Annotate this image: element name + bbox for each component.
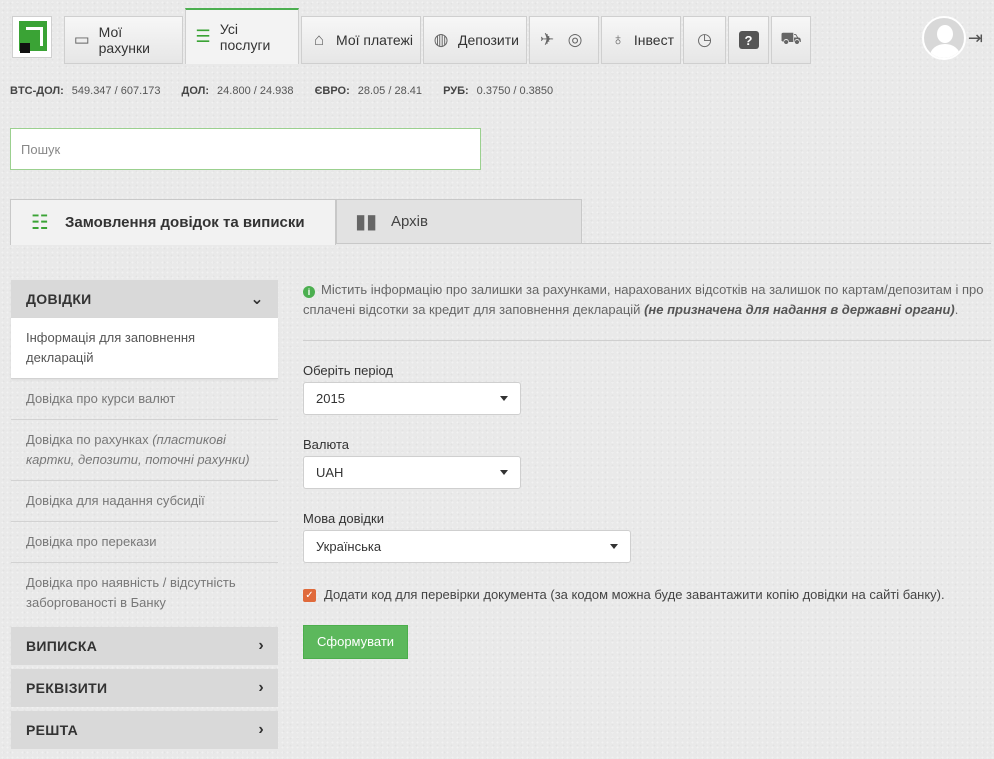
nav-tab-deposits[interactable]: ◍ Депозити <box>423 16 527 64</box>
caret-down-icon <box>500 470 508 475</box>
nav-tab-my-payments[interactable]: ⌂ Мої платежі <box>301 16 421 64</box>
sidebar-section-statement[interactable]: ВИПИСКА › <box>11 627 278 665</box>
chevron-right-icon: › <box>258 721 264 738</box>
section-title: ВИПИСКА <box>26 638 98 654</box>
tab-orders[interactable]: ☷ Замовлення довідок та виписки <box>10 199 336 245</box>
search-input[interactable] <box>10 128 481 170</box>
info-end: . <box>954 302 959 317</box>
sidebar-section-certificates[interactable]: ДОВІДКИ ⌄ <box>11 280 278 318</box>
nav-tab-label: Мої рахунки <box>98 24 150 56</box>
sidebar-section-requisites[interactable]: РЕКВІЗИТИ › <box>11 669 278 707</box>
logout-icon[interactable]: ⇥ <box>968 28 990 50</box>
sidebar-item-label: Інформація для заповнення декларацій <box>26 330 196 365</box>
currency-rates: BTC-ДОЛ: 549.347 / 607.173 ДОЛ: 24.800 / 2… <box>10 85 571 97</box>
sidebar-item-label: Довідка про курси валют <box>26 391 176 406</box>
currency-label: Валюта <box>303 437 349 452</box>
cart-icon: ⛟ <box>780 29 802 48</box>
nav-tab-all-services[interactable]: ☰ Усі послуги <box>185 8 299 64</box>
sidebar-item-debt[interactable]: Довідка про наявність / відсутність забо… <box>11 563 278 623</box>
language-select[interactable]: Українська <box>303 530 631 563</box>
sidebar-item-declaration-info[interactable]: Інформація для заповнення декларацій <box>11 318 278 379</box>
tab-archive[interactable]: ▮▮ Архів <box>336 199 582 244</box>
nav-tab-invest[interactable]: ♁ Інвест <box>601 16 681 64</box>
checkbox-checked-icon[interactable]: ✓ <box>303 589 316 602</box>
globe-icon: ◎ <box>567 30 583 49</box>
section-title: РЕШТА <box>26 722 79 738</box>
rate-name: ДОЛ: <box>181 85 210 97</box>
rate-value: 0.3750 / 0.3850 <box>476 85 554 97</box>
info-emphasis: (не призначена для надання в державні ор… <box>644 302 955 317</box>
info-icon: i <box>303 286 315 298</box>
clock-icon: ◷ <box>697 30 712 49</box>
sidebar-item-label: Довідка по рахунках <box>26 432 153 447</box>
rate-name: РУБ: <box>443 85 469 97</box>
rate-name: ЄВРО: <box>314 85 350 97</box>
period-select[interactable]: 2015 <box>303 382 521 415</box>
divider <box>303 340 991 341</box>
submit-button[interactable]: Сформувати <box>303 625 409 659</box>
sidebar-menu: ДОВІДКИ ⌄ Інформація для заповнення декл… <box>11 280 278 749</box>
chevron-right-icon: › <box>258 679 264 696</box>
language-value: Українська <box>316 539 382 554</box>
nav-tab-cart[interactable]: ⛟ <box>771 16 811 64</box>
caret-down-icon <box>610 544 618 549</box>
house-icon: ⌂ <box>313 30 325 49</box>
currency-select[interactable]: UAH <box>303 456 521 489</box>
period-label: Оберіть період <box>303 363 394 378</box>
transport-icon: ✈ <box>539 30 555 49</box>
bar-chart-icon: ▮▮ <box>355 211 378 233</box>
rate-name: BTC-ДОЛ: <box>10 85 64 97</box>
rate-value: 24.800 / 24.938 <box>217 85 294 97</box>
avatar[interactable] <box>922 16 966 60</box>
nav-tab-label: Інвест <box>633 32 674 48</box>
top-nav: ▭ Мої рахунки ☰ Усі послуги ⌂ Мої платеж… <box>0 0 994 68</box>
help-icon: ? <box>738 31 759 49</box>
sidebar-item-transfers[interactable]: Довідка про перекази <box>11 522 278 563</box>
bank-logo[interactable] <box>12 16 52 58</box>
checkbox-label: Додати код для перевірки документа (за к… <box>324 587 945 602</box>
period-value: 2015 <box>316 391 345 406</box>
sidebar-item-label: Довідка про наявність / відсутність забо… <box>26 575 236 610</box>
rate-value: 549.347 / 607.173 <box>71 85 161 97</box>
chevron-down-icon: ⌄ <box>250 291 264 308</box>
nav-tab-label: Депозити <box>458 32 519 48</box>
sidebar-item-label: Довідка про перекази <box>26 534 157 549</box>
card-icon: ▭ <box>73 30 90 49</box>
nav-tab-my-accounts[interactable]: ▭ Мої рахунки <box>64 16 183 64</box>
list-icon: ☷ <box>31 212 49 234</box>
sidebar-item-accounts[interactable]: Довідка по рахунках (пластикові картки, … <box>11 420 278 481</box>
piggy-bank-icon: ◍ <box>433 30 449 49</box>
chevron-right-icon: › <box>258 637 264 654</box>
nav-tab-label: Мої платежі <box>336 32 413 48</box>
section-title: ДОВІДКИ <box>26 291 92 307</box>
language-label: Мова довідки <box>303 511 384 526</box>
caret-down-icon <box>500 396 508 401</box>
list-icon: ☰ <box>195 27 211 46</box>
currency-value: UAH <box>316 465 344 480</box>
sidebar-item-subsidy[interactable]: Довідка для надання субсидії <box>11 481 278 522</box>
tab-label: Архів <box>391 213 428 230</box>
nav-tab-history[interactable]: ◷ <box>683 16 726 64</box>
info-text: i Містить інформацію про залишки за рахун… <box>303 280 991 320</box>
sidebar-item-exchange-rates[interactable]: Довідка про курси валют <box>11 379 278 420</box>
nav-tab-transport[interactable]: ✈ ◎ <box>529 16 599 64</box>
tab-label: Замовлення довідок та виписки <box>65 214 305 231</box>
sidebar-section-other[interactable]: РЕШТА › <box>11 711 278 749</box>
sidebar-item-label: Довідка для надання субсидії <box>26 493 205 508</box>
money-bag-icon: ♁ <box>611 30 625 49</box>
main-content: i Містить інформацію про залишки за рахун… <box>303 280 991 659</box>
nav-tab-help[interactable]: ? <box>728 16 769 64</box>
verification-code-checkbox[interactable]: ✓ Додати код для перевірки документа (за… <box>303 585 991 605</box>
rate-value: 28.05 / 28.41 <box>357 85 422 97</box>
section-title: РЕКВІЗИТИ <box>26 680 108 696</box>
nav-tab-label: Усі послуги <box>219 21 271 53</box>
